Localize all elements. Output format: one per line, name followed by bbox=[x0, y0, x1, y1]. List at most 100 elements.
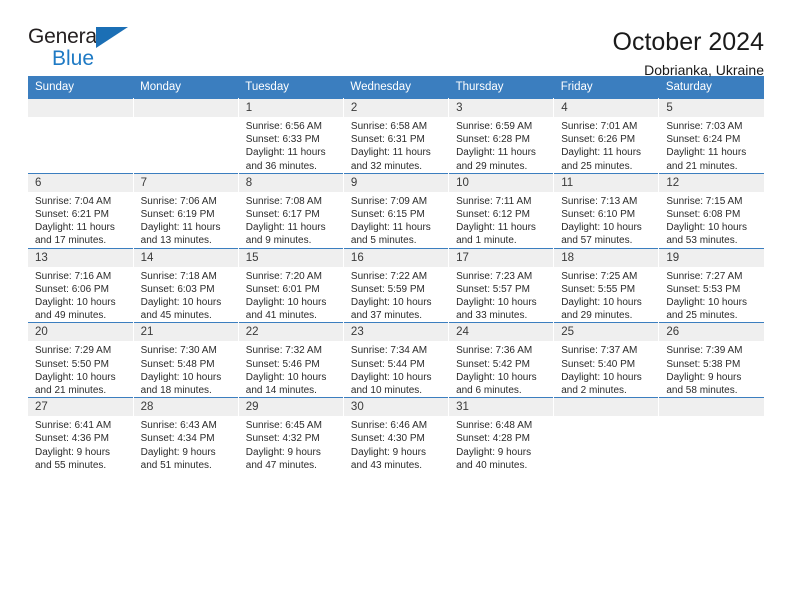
day-number: 2 bbox=[343, 99, 449, 117]
day-number: 28 bbox=[133, 398, 238, 417]
sunrise-text: Sunrise: 7:04 AM bbox=[35, 195, 112, 207]
calendar-day-cell[interactable]: 27 Sunrise: 6:41 AM Sunset: 4:36 PM Dayligh… bbox=[28, 397, 134, 473]
weekday-header-sunday: Sunday bbox=[28, 76, 134, 99]
calendar-day-cell[interactable]: 31 Sunrise: 6:48 AM Sunset: 4:28 PM Dayligh… bbox=[448, 397, 555, 473]
sunrise-text: Sunrise: 7:32 AM bbox=[245, 345, 322, 357]
calendar-day-cell[interactable]: 22 Sunrise: 7:32 AM Sunset: 5:46 PM Dayligh… bbox=[238, 322, 344, 398]
calendar-day-cell[interactable]: 11 Sunrise: 7:13 AM Sunset: 6:10 PM Dayligh… bbox=[553, 172, 660, 249]
calendar-day-cell[interactable]: 26 Sunrise: 7:39 AM Sunset: 5:38 PM Dayligh… bbox=[658, 322, 764, 398]
weekday-header-thursday: Thursday bbox=[448, 76, 554, 99]
sunrise-text: Sunrise: 7:39 AM bbox=[666, 345, 743, 357]
weekday-header-wednesday: Wednesday bbox=[343, 76, 449, 99]
calendar-day-cell[interactable]: 10 Sunrise: 7:11 AM Sunset: 6:12 PM Dayligh… bbox=[448, 172, 555, 249]
page-title: October 2024 bbox=[612, 28, 765, 56]
calendar-day-cell[interactable]: 5 Sunrise: 7:03 AM Sunset: 6:24 PM Daylight… bbox=[658, 98, 764, 174]
day-number: 30 bbox=[343, 398, 449, 417]
day-number: 24 bbox=[449, 323, 554, 342]
triangle-icon bbox=[96, 27, 128, 48]
day-number: 14 bbox=[133, 248, 238, 267]
weekday-header-tuesday: Tuesday bbox=[238, 76, 344, 99]
sunrise-text: Sunrise: 7:25 AM bbox=[561, 270, 638, 282]
calendar-day-cell[interactable]: 19 Sunrise: 7:27 AM Sunset: 5:53 PM Dayligh… bbox=[658, 247, 764, 323]
calendar-day-cell[interactable]: 15 Sunrise: 7:20 AM Sunset: 6:01 PM Dayligh… bbox=[238, 247, 344, 323]
day-number: 15 bbox=[238, 248, 343, 267]
daylight-text: Daylight: 11 hours and 25 minutes. bbox=[561, 147, 642, 172]
weekday-header-saturday: Saturday bbox=[658, 76, 764, 99]
calendar-day-cell[interactable]: 9 Sunrise: 7:09 AM Sunset: 6:15 PM Daylight… bbox=[343, 172, 450, 249]
calendar-day-cell[interactable]: 13 Sunrise: 7:16 AM Sunset: 6:06 PM Dayligh… bbox=[28, 247, 134, 323]
sunrise-text: Sunrise: 7:16 AM bbox=[35, 270, 112, 282]
day-number: 29 bbox=[238, 398, 343, 417]
calendar-day-cell[interactable]: 20 Sunrise: 7:29 AM Sunset: 5:50 PM Dayligh… bbox=[28, 322, 134, 398]
day-details: Sunrise: 6:59 AM Sunset: 6:28 PM Daylight:… bbox=[449, 117, 553, 173]
calendar-day-cell[interactable]: 1 Sunrise: 6:56 AM Sunset: 6:33 PM Daylight… bbox=[238, 98, 344, 174]
sunset-text: Sunset: 6:26 PM bbox=[561, 134, 636, 146]
day-number: 22 bbox=[238, 323, 343, 342]
calendar-day-cell[interactable]: 25 Sunrise: 7:37 AM Sunset: 5:40 PM Dayligh… bbox=[553, 322, 660, 398]
day-number: 17 bbox=[449, 248, 554, 267]
calendar-day-cell[interactable]: 28 Sunrise: 6:43 AM Sunset: 4:34 PM Dayligh… bbox=[133, 397, 239, 473]
sunrise-text: Sunrise: 6:45 AM bbox=[245, 420, 322, 432]
calendar-day-cell[interactable]: 4 Sunrise: 7:01 AM Sunset: 6:26 PM Daylight… bbox=[553, 98, 660, 174]
calendar-day-cell[interactable]: 18 Sunrise: 7:25 AM Sunset: 5:55 PM Dayligh… bbox=[553, 247, 660, 323]
calendar-day-cell[interactable]: 17 Sunrise: 7:23 AM Sunset: 5:57 PM Dayligh… bbox=[448, 247, 555, 323]
sunrise-text: Sunrise: 7:23 AM bbox=[456, 270, 533, 282]
daylight-text: Daylight: 10 hours and 49 minutes. bbox=[35, 297, 116, 322]
daylight-text: Daylight: 11 hours and 1 minute. bbox=[456, 222, 536, 247]
calendar-day-cell[interactable]: 6 Sunrise: 7:04 AM Sunset: 6:21 PM Daylight… bbox=[28, 172, 134, 249]
day-details: Sunrise: 7:15 AM Sunset: 6:08 PM Daylight:… bbox=[659, 192, 764, 248]
sunrise-text: Sunrise: 6:43 AM bbox=[140, 420, 217, 432]
day-details: Sunrise: 7:06 AM Sunset: 6:19 PM Daylight:… bbox=[134, 192, 238, 248]
calendar-day-cell[interactable]: 14 Sunrise: 7:18 AM Sunset: 6:03 PM Dayligh… bbox=[133, 247, 239, 323]
day-number: 6 bbox=[28, 173, 133, 192]
title-block: October 2024 Dobrianka, Ukraine bbox=[613, 26, 765, 78]
calendar-day-cell[interactable]: 29 Sunrise: 6:45 AM Sunset: 4:32 PM Dayligh… bbox=[238, 397, 344, 473]
calendar-week-row: 13 Sunrise: 7:16 AM Sunset: 6:06 PM Dayligh… bbox=[28, 247, 764, 323]
sunset-text: Sunset: 6:24 PM bbox=[666, 134, 741, 146]
sunset-text: Sunset: 4:28 PM bbox=[456, 433, 530, 445]
calendar-day-cell[interactable]: 24 Sunrise: 7:36 AM Sunset: 5:42 PM Dayligh… bbox=[448, 322, 555, 398]
day-number bbox=[659, 398, 764, 417]
calendar-day-cell[interactable]: 3 Sunrise: 6:59 AM Sunset: 6:28 PM Daylight… bbox=[448, 98, 555, 174]
sunrise-text: Sunrise: 6:41 AM bbox=[35, 420, 112, 432]
calendar-day-cell[interactable]: 21 Sunrise: 7:30 AM Sunset: 5:48 PM Dayligh… bbox=[133, 322, 239, 398]
day-details: Sunrise: 7:03 AM Sunset: 6:24 PM Daylight:… bbox=[659, 117, 764, 173]
sunset-text: Sunset: 4:34 PM bbox=[140, 433, 215, 445]
sunset-text: Sunset: 6:12 PM bbox=[456, 209, 530, 221]
sunrise-sunset-calendar: Sunday Monday Tuesday Wednesday Thursday… bbox=[28, 76, 764, 473]
general-blue-logo[interactable]: General Blue bbox=[28, 26, 148, 72]
day-details: Sunrise: 7:11 AM Sunset: 6:12 PM Daylight:… bbox=[449, 192, 553, 248]
calendar-day-cell[interactable]: 16 Sunrise: 7:22 AM Sunset: 5:59 PM Dayligh… bbox=[343, 247, 450, 323]
calendar-day-cell[interactable]: 7 Sunrise: 7:06 AM Sunset: 6:19 PM Daylight… bbox=[133, 172, 239, 249]
location-subtitle: Dobrianka, Ukraine bbox=[644, 61, 764, 78]
calendar-day-cell[interactable]: 2 Sunrise: 6:58 AM Sunset: 6:31 PM Daylight… bbox=[343, 98, 450, 174]
daylight-text: Daylight: 10 hours and 10 minutes. bbox=[350, 371, 432, 397]
sunset-text: Sunset: 5:57 PM bbox=[456, 283, 530, 295]
day-number: 26 bbox=[659, 323, 764, 342]
calendar-day-cell[interactable]: 12 Sunrise: 7:15 AM Sunset: 6:08 PM Dayligh… bbox=[658, 172, 764, 249]
daylight-text: Daylight: 10 hours and 33 minutes. bbox=[456, 297, 537, 322]
day-details: Sunrise: 7:23 AM Sunset: 5:57 PM Daylight:… bbox=[449, 267, 553, 323]
sunrise-text: Sunrise: 7:13 AM bbox=[561, 195, 638, 207]
day-details: Sunrise: 6:46 AM Sunset: 4:30 PM Daylight:… bbox=[344, 416, 448, 472]
sunset-text: Sunset: 6:06 PM bbox=[35, 283, 109, 295]
day-number bbox=[554, 398, 659, 417]
day-details: Sunrise: 7:01 AM Sunset: 6:26 PM Daylight:… bbox=[554, 117, 658, 173]
daylight-text: Daylight: 10 hours and 29 minutes. bbox=[561, 297, 642, 322]
day-details: Sunrise: 7:39 AM Sunset: 5:38 PM Daylight:… bbox=[659, 341, 764, 397]
daylight-text: Daylight: 11 hours and 5 minutes. bbox=[350, 222, 431, 247]
sunrise-text: Sunrise: 7:27 AM bbox=[666, 270, 743, 282]
day-number bbox=[28, 99, 133, 117]
day-number: 8 bbox=[238, 173, 343, 192]
calendar-week-row: 1 Sunrise: 6:56 AM Sunset: 6:33 PM Daylight… bbox=[28, 98, 764, 174]
calendar-day-cell[interactable]: 23 Sunrise: 7:34 AM Sunset: 5:44 PM Dayligh… bbox=[343, 322, 450, 398]
calendar-day-cell[interactable]: 30 Sunrise: 6:46 AM Sunset: 4:30 PM Dayligh… bbox=[343, 397, 450, 473]
day-number: 20 bbox=[28, 323, 133, 342]
daylight-text: Daylight: 11 hours and 21 minutes. bbox=[666, 147, 747, 172]
daylight-text: Daylight: 9 hours and 43 minutes. bbox=[350, 446, 426, 471]
sunset-text: Sunset: 5:38 PM bbox=[666, 358, 741, 370]
sunset-text: Sunset: 6:31 PM bbox=[350, 134, 425, 146]
sunrise-text: Sunrise: 7:37 AM bbox=[561, 345, 638, 357]
calendar-day-cell[interactable]: 8 Sunrise: 7:08 AM Sunset: 6:17 PM Daylight… bbox=[238, 172, 344, 249]
sunset-text: Sunset: 6:17 PM bbox=[245, 209, 320, 221]
